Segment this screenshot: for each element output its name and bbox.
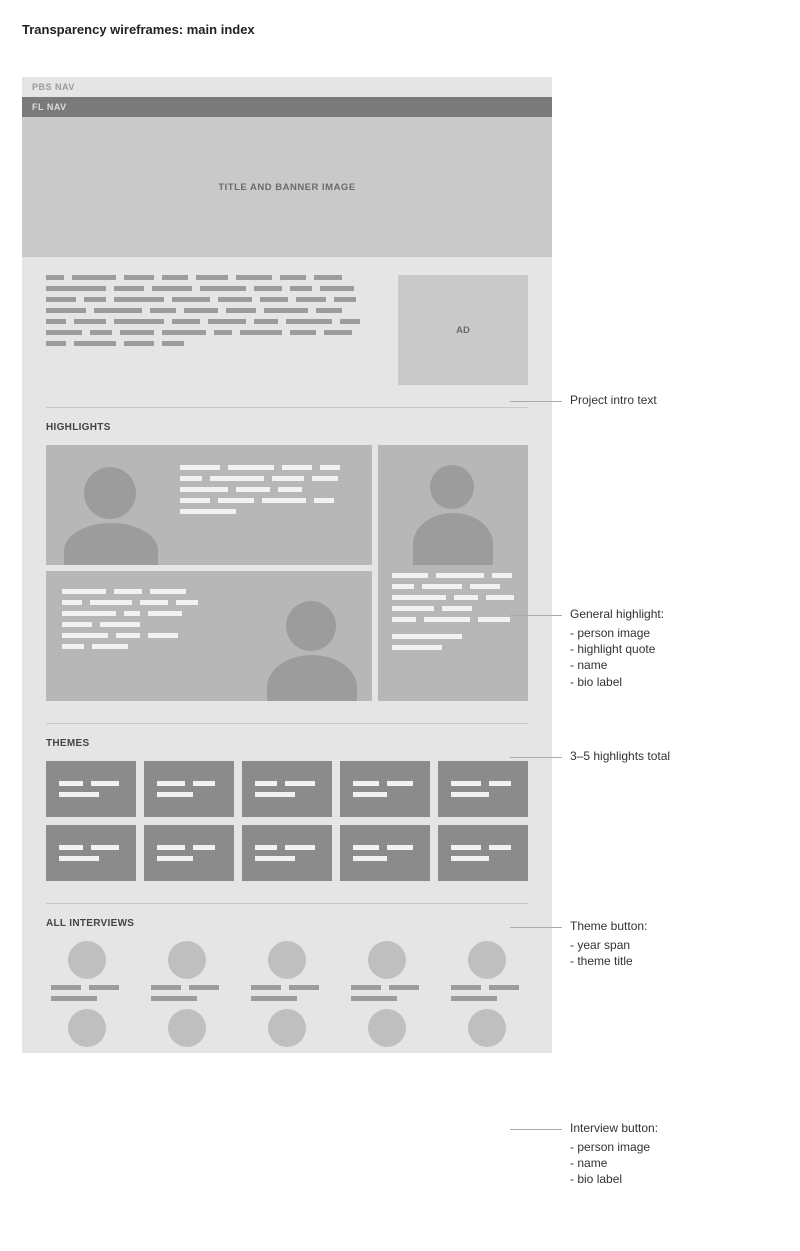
pbs-nav[interactable]: PBS NAV xyxy=(22,77,552,97)
interview-button[interactable] xyxy=(246,941,328,1001)
avatar-icon xyxy=(68,1009,106,1047)
avatar-icon xyxy=(68,941,106,979)
annotation-highlight-item: bio label xyxy=(570,674,664,690)
theme-button[interactable] xyxy=(340,825,430,881)
theme-button[interactable] xyxy=(438,761,528,817)
avatar-icon xyxy=(168,1009,206,1047)
theme-button[interactable] xyxy=(46,761,136,817)
banner: TITLE AND BANNER IMAGE xyxy=(22,117,552,257)
interview-button[interactable] xyxy=(446,941,528,1001)
avatar-icon xyxy=(368,1009,406,1047)
theme-button[interactable] xyxy=(144,825,234,881)
avatar-icon xyxy=(468,1009,506,1047)
annotation-highlight-item: highlight quote xyxy=(570,641,664,657)
theme-button[interactable] xyxy=(340,761,430,817)
annotation-theme-item: year span xyxy=(570,937,647,953)
interview-button[interactable] xyxy=(46,1009,128,1047)
avatar-icon xyxy=(268,941,306,979)
interview-button[interactable] xyxy=(446,1009,528,1047)
annotation-theme-item: theme title xyxy=(570,953,647,969)
annotation-interview-item: person image xyxy=(570,1139,658,1155)
themes-heading: THEMES xyxy=(46,738,528,749)
avatar-icon xyxy=(468,941,506,979)
interviews-heading: ALL INTERVIEWS xyxy=(46,918,528,929)
avatar-icon xyxy=(168,941,206,979)
intro-text xyxy=(46,275,380,385)
annotation-interview-item: name xyxy=(570,1155,658,1171)
themes-grid xyxy=(46,761,528,881)
avatar-icon xyxy=(368,941,406,979)
interview-button[interactable] xyxy=(46,941,128,1001)
fl-nav[interactable]: FL NAV xyxy=(22,97,552,117)
avatar-icon xyxy=(268,1009,306,1047)
annotation-highlight-count: 3–5 highlights total xyxy=(570,749,670,763)
annotation-interview-item: bio label xyxy=(570,1171,658,1187)
annotation-highlight-item: person image xyxy=(570,625,664,641)
theme-button[interactable] xyxy=(438,825,528,881)
annotation-highlight-item: name xyxy=(570,657,664,673)
interviews-grid xyxy=(46,941,528,1053)
ad-slot[interactable]: AD xyxy=(398,275,528,385)
theme-button[interactable] xyxy=(242,761,332,817)
interview-button[interactable] xyxy=(346,941,428,1001)
highlight-card[interactable] xyxy=(378,445,528,701)
annotation-theme-title: Theme button: xyxy=(570,919,647,933)
interview-button[interactable] xyxy=(346,1009,428,1047)
highlight-card[interactable] xyxy=(46,571,372,701)
highlight-card[interactable] xyxy=(46,445,372,565)
highlights-heading: HIGHLIGHTS xyxy=(46,422,528,433)
wireframe-frame: PBS NAV FL NAV TITLE AND BANNER IMAGE AD xyxy=(22,77,552,1053)
theme-button[interactable] xyxy=(144,761,234,817)
annotation-highlight-title: General highlight: xyxy=(570,607,664,621)
annotation-intro: Project intro text xyxy=(570,393,657,407)
annotation-interview-title: Interview button: xyxy=(570,1121,658,1135)
page-title: Transparency wireframes: main index xyxy=(22,22,800,37)
interview-button[interactable] xyxy=(146,1009,228,1047)
highlights-grid xyxy=(46,445,528,701)
theme-button[interactable] xyxy=(242,825,332,881)
interview-button[interactable] xyxy=(246,1009,328,1047)
theme-button[interactable] xyxy=(46,825,136,881)
interview-button[interactable] xyxy=(146,941,228,1001)
